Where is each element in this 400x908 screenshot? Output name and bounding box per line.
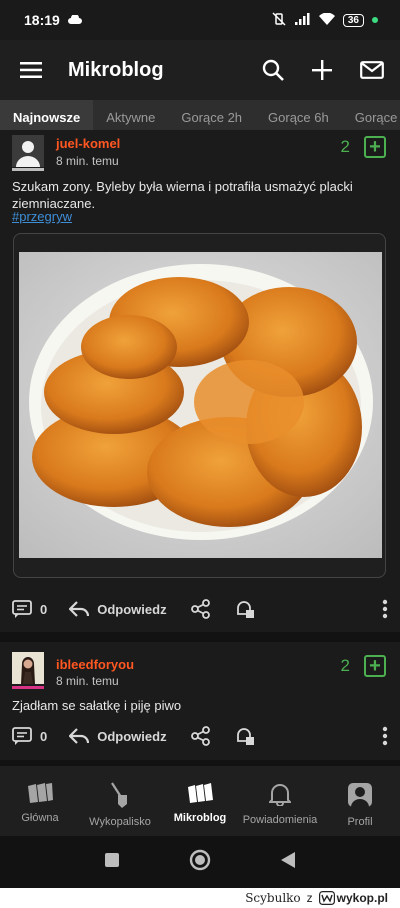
comments-button[interactable]: 0 [12,600,47,618]
vote-box: 2 + [341,655,386,677]
reply-icon [69,601,90,617]
watermark-user: Scybulko [245,891,301,905]
watermark-separator: z [306,891,313,905]
avatar[interactable] [12,135,44,167]
author-name[interactable]: ibleedforyou [56,657,134,672]
reply-icon [69,728,90,744]
mikroblog-icon [188,783,213,803]
notify-bell-icon[interactable] [235,726,255,746]
reply-button[interactable]: Odpowiedz [69,727,167,745]
nav-label: Główna [21,812,59,824]
bottom-navigation: Główna Wykopalisko Mikroblog Powiadomien… [0,766,400,836]
nav-wykopalisko[interactable]: Wykopalisko [80,766,160,836]
vibrate-off-icon [271,11,287,29]
vote-count: 2 [340,137,350,156]
battery-icon: 36 [342,13,364,27]
share-icon[interactable] [190,726,211,746]
cloud-icon [67,13,82,27]
reply-button[interactable]: Odpowiedz [69,600,167,618]
wykop-logo: wykop.pl [318,891,388,905]
embedded-image-frame[interactable] [13,233,386,578]
avatar[interactable] [12,652,44,684]
menu-icon[interactable] [20,62,42,78]
hashtag-link[interactable]: #przegryw [12,209,72,224]
action-bar: 0 Odpowiedz [0,722,400,750]
nav-label: Wykopalisko [89,816,151,828]
comment-icon [12,600,32,618]
wifi-icon [318,12,335,28]
potato-pancakes-image [19,252,382,558]
status-bar: 18:19 36 [0,0,400,40]
action-bar: 0 Odpowiedz [0,595,400,623]
reply-label: Odpowiedz [97,728,167,744]
app-title: Mikroblog [68,58,164,81]
shovel-icon [111,782,127,808]
status-dot [372,17,378,23]
back-icon[interactable] [280,851,296,874]
watermark-site: wykop.pl [336,891,388,905]
system-navigation [0,836,400,888]
post-body: Zjadłam se sałatkę i piję piwo [12,698,182,713]
post-body: Szukam zony. Byleby była wierna i potraf… [12,179,353,211]
profile-icon [348,783,372,807]
upvote-button[interactable]: + [364,655,386,677]
nav-mikroblog[interactable]: Mikroblog [160,766,240,836]
mail-icon[interactable] [360,61,384,79]
nav-glowna[interactable]: Główna [0,766,80,836]
recents-icon[interactable] [104,852,120,873]
entry-card: juel-komel 8 min. temu 2 + Szukam zony. … [0,130,400,632]
bell-icon [269,784,291,806]
comment-icon [12,727,32,745]
post-time: 8 min. temu [56,154,119,168]
comments-button[interactable]: 0 [12,727,47,745]
post-time: 8 min. temu [56,674,119,688]
reply-label: Odpowiedz [97,601,167,617]
nav-label: Mikroblog [173,812,227,824]
phone-screen: 18:19 36 Mikroblog Najnowsze Aktywne Gor… [0,0,400,888]
vote-box: 2 + [341,136,386,158]
home-icon [28,783,53,803]
search-icon[interactable] [262,59,284,81]
nav-label: Powiadomienia [242,814,318,826]
share-icon[interactable] [190,599,211,619]
comments-count: 0 [40,601,48,617]
nav-powiadomienia[interactable]: Powiadomienia [240,766,320,836]
entry-card: ibleedforyou 8 min. temu 2 + Zjadłam se … [0,642,400,760]
app-bar: Mikroblog [0,40,400,100]
nav-profil[interactable]: Profil [320,766,400,836]
nav-label: Profil [347,816,373,828]
gender-bar [12,168,44,171]
watermark: Scybulko z wykop.pl [0,888,400,908]
notify-bell-icon[interactable] [235,599,255,619]
author-name[interactable]: juel-komel [56,136,120,151]
home-button-icon[interactable] [189,849,211,876]
gender-bar [12,686,44,689]
more-options-icon[interactable] [382,599,388,619]
signal-icon [294,12,311,28]
upvote-button[interactable]: + [364,136,386,158]
vote-count: 2 [340,656,350,675]
more-options-icon[interactable] [382,726,388,746]
wykop-logo-icon [318,891,335,905]
add-icon[interactable] [312,60,332,80]
comments-count: 0 [40,728,48,744]
status-time: 18:19 [24,12,60,28]
